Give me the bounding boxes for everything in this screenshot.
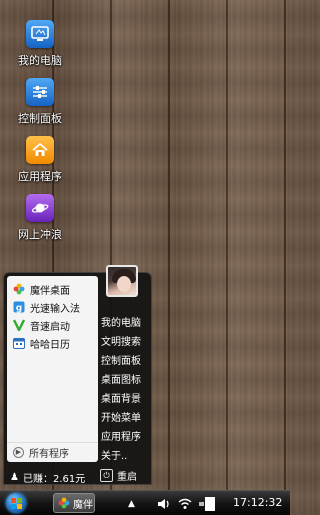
svg-text:g: g: [16, 304, 22, 314]
triangle-up-icon: ▲: [128, 498, 135, 509]
desktop-icon-control-panel[interactable]: 控制面板: [8, 78, 72, 126]
user-avatar[interactable]: [106, 265, 138, 297]
calendar-icon: [13, 337, 25, 349]
menu-item-control-panel[interactable]: 控制面板: [101, 352, 141, 367]
menu-item-about[interactable]: 关于..: [101, 447, 127, 462]
house-icon: [26, 136, 54, 164]
battery-button[interactable]: [199, 491, 219, 515]
restart-label: 重启: [117, 472, 137, 483]
taskbar-app-label: 魔伴: [73, 499, 93, 511]
desktop-icon-my-computer[interactable]: 我的电脑: [8, 20, 72, 68]
app-item-haha-calendar[interactable]: 哈哈日历: [7, 334, 98, 352]
v-logo-icon: [13, 319, 25, 331]
desktop-icon-applications[interactable]: 应用程序: [8, 136, 72, 184]
menu-item-search[interactable]: 文明搜索: [101, 333, 141, 348]
app-item-label: 魔伴桌面: [30, 285, 70, 297]
monitor-icon: [26, 20, 54, 48]
earnings-display: ♟ 已赚：2.61元: [10, 470, 85, 485]
menu-item-applications[interactable]: 应用程序: [101, 428, 141, 443]
app-item-label: 光速输入法: [30, 303, 80, 315]
wifi-icon: [178, 498, 192, 509]
desktop-icon-label: 控制面板: [18, 112, 62, 125]
sliders-icon: [26, 78, 54, 106]
desktop-icon-label: 网上冲浪: [18, 228, 62, 241]
clock[interactable]: 17:12:32: [233, 496, 282, 509]
start-menu: 魔伴桌面 g 光速输入法 音速启动 哈哈日历 ▶ 所有程序 我的电脑 文明搜索 …: [3, 265, 152, 485]
app-list-pane: 魔伴桌面 g 光速输入法 音速启动 哈哈日历 ▶ 所有程序: [7, 276, 98, 462]
arrow-right-icon: ▶: [13, 447, 24, 458]
speaker-icon: [158, 498, 169, 509]
start-button[interactable]: [6, 493, 26, 513]
flower-icon: [57, 497, 70, 510]
taskbar-app-moban[interactable]: 魔伴: [53, 493, 95, 513]
flower-icon: [13, 283, 25, 295]
app-item-label: 哈哈日历: [30, 339, 70, 351]
menu-item-my-computer[interactable]: 我的电脑: [101, 314, 141, 329]
app-item-sonic-launcher[interactable]: 音速启动: [7, 316, 98, 334]
menu-item-desktop-icons[interactable]: 桌面图标: [101, 371, 141, 386]
app-item-label: 音速启动: [30, 321, 70, 333]
keyboard-g-icon: g: [13, 301, 25, 313]
desktop-icon-label: 应用程序: [18, 170, 62, 183]
all-programs-label: 所有程序: [29, 449, 69, 460]
menu-item-desktop-background[interactable]: 桌面背景: [101, 390, 141, 405]
person-icon: ♟: [10, 472, 19, 483]
desktop-icon-web-browse[interactable]: 网上冲浪: [8, 194, 72, 242]
show-hidden-icons-button[interactable]: ▲: [128, 491, 135, 515]
app-item-moban-desktop[interactable]: 魔伴桌面: [7, 280, 98, 298]
power-icon: ⏻: [100, 469, 113, 482]
menu-item-start-menu[interactable]: 开始菜单: [101, 409, 141, 424]
all-programs-button[interactable]: ▶ 所有程序: [7, 442, 98, 462]
volume-button[interactable]: [157, 491, 171, 515]
wifi-button[interactable]: [178, 491, 192, 515]
windows-logo-icon: [10, 497, 22, 509]
desktop-icon-label: 我的电脑: [18, 54, 62, 67]
taskbar: 魔伴 ▲ 17:12:32: [0, 490, 290, 515]
restart-button[interactable]: ⏻ 重启: [100, 468, 137, 483]
app-item-lightspeed-ime[interactable]: g 光速输入法: [7, 298, 98, 316]
earnings-label: 已赚：2.61元: [22, 474, 86, 485]
battery-icon: [199, 496, 215, 511]
planet-icon: [26, 194, 54, 222]
